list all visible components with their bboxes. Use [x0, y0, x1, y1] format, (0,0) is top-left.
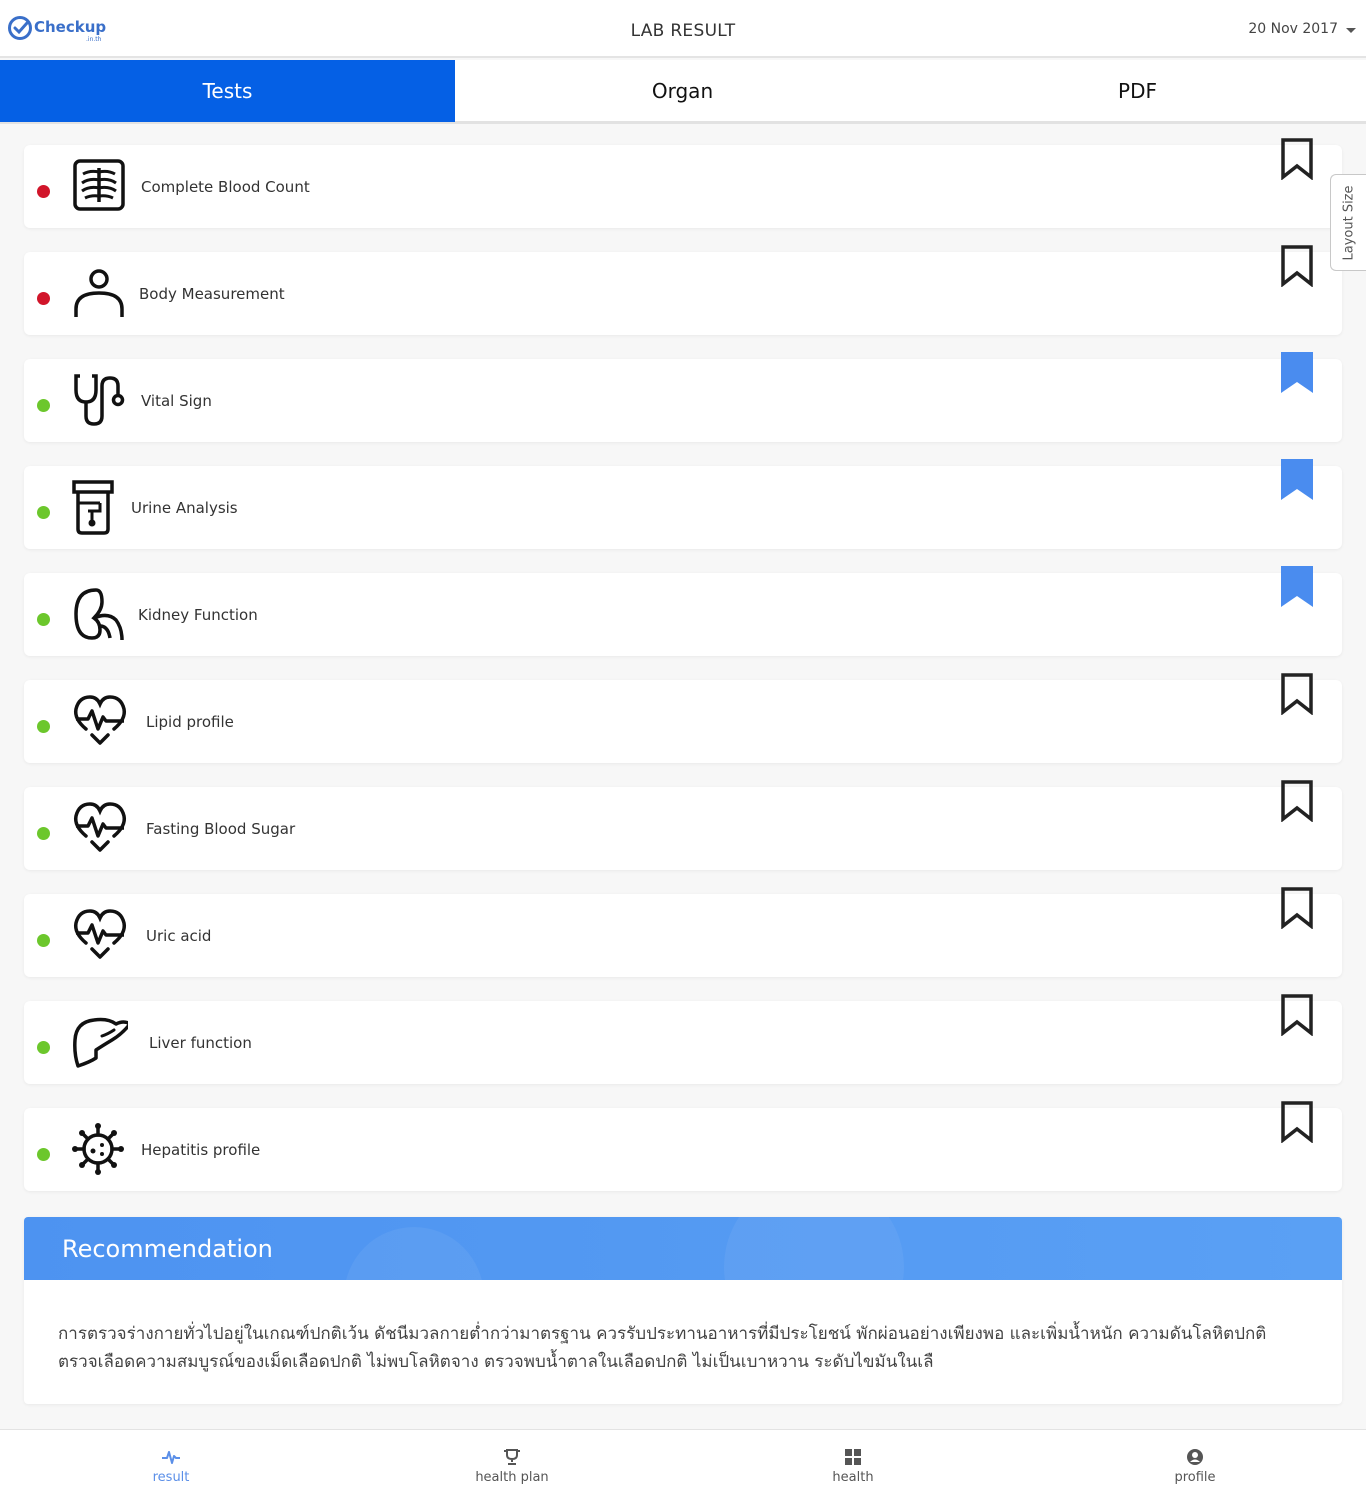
heart-pulse-icon: [73, 695, 127, 745]
status-dot: [37, 506, 50, 519]
bookmark-filled-icon[interactable]: [1280, 459, 1314, 501]
pulse-icon: [162, 1451, 180, 1464]
nav-health-plan[interactable]: health plan: [452, 1444, 572, 1485]
date-select[interactable]: 20 Nov 2017: [1248, 21, 1356, 37]
bookmark-outline-icon[interactable]: [1280, 780, 1314, 822]
bookmark-outline-icon[interactable]: [1280, 245, 1314, 287]
app-header: Checkup .in.th LAB RESULT 20 Nov 2017: [0, 0, 1366, 58]
bookmark-outline-icon[interactable]: [1280, 673, 1314, 715]
nav-label: profile: [1174, 1470, 1216, 1485]
test-card-fasting-blood-sugar[interactable]: Fasting Blood Sugar: [24, 780, 1342, 870]
test-label: Body Measurement: [139, 285, 285, 303]
bookmark-outline-icon[interactable]: [1280, 994, 1314, 1036]
test-label: Kidney Function: [138, 606, 258, 624]
recommendation-header: Recommendation: [24, 1217, 1342, 1280]
heart-pulse-icon: [73, 802, 127, 852]
status-dot: [37, 613, 50, 626]
layout-size-label: Layout Size: [1341, 184, 1356, 261]
status-dot: [37, 827, 50, 840]
tab-pdf[interactable]: PDF: [910, 60, 1365, 122]
status-dot: [37, 934, 50, 947]
layout-size-tab[interactable]: Layout Size: [1330, 174, 1366, 271]
urine-cup-icon: [72, 480, 114, 535]
decorative-circle: [724, 1217, 904, 1280]
test-card-urine-analysis[interactable]: Urine Analysis: [24, 459, 1342, 549]
bookmark-outline-icon[interactable]: [1280, 887, 1314, 929]
nav-health[interactable]: health: [793, 1444, 913, 1485]
tab-organ[interactable]: Organ: [455, 60, 910, 122]
recommendation-text: การตรวจร่างกายทั่วไปอยู่ในเกณฑ์ปกติเว้น …: [58, 1324, 1267, 1372]
status-dot: [37, 1041, 50, 1054]
test-card-body-measurement[interactable]: Body Measurement: [24, 245, 1342, 335]
decorative-circle: [344, 1227, 484, 1280]
test-card-lipid-profile[interactable]: Lipid profile: [24, 673, 1342, 763]
test-card-vital-sign[interactable]: Vital Sign: [24, 352, 1342, 442]
tab-bar: Tests Organ PDF: [0, 60, 1366, 124]
test-card-kidney-function[interactable]: Kidney Function: [24, 566, 1342, 656]
bottom-nav: result health plan health profile: [0, 1429, 1366, 1508]
recommendation-title: Recommendation: [62, 1235, 273, 1263]
recommendation-panel: Recommendation การตรวจร่างกายทั่วไปอยู่ใ…: [24, 1217, 1342, 1404]
test-label: Vital Sign: [141, 392, 212, 410]
test-card-uric-acid[interactable]: Uric acid: [24, 887, 1342, 977]
bookmark-outline-icon[interactable]: [1280, 138, 1314, 180]
test-card-liver-function[interactable]: Liver function: [24, 994, 1342, 1084]
test-label: Hepatitis profile: [141, 1141, 261, 1159]
test-card-hepatitis-profile[interactable]: Hepatitis profile: [24, 1101, 1342, 1191]
bookmark-filled-icon[interactable]: [1280, 352, 1314, 394]
status-dot: [37, 185, 50, 198]
trophy-icon: [504, 1449, 520, 1465]
status-dot: [37, 720, 50, 733]
virus-icon: [72, 1123, 124, 1175]
status-dot: [37, 399, 50, 412]
bookmark-outline-icon[interactable]: [1280, 1101, 1314, 1143]
test-label: Liver function: [149, 1034, 252, 1052]
tab-tests[interactable]: Tests: [0, 60, 455, 122]
page-title: LAB RESULT: [630, 21, 736, 41]
date-select-value: 20 Nov 2017: [1248, 21, 1338, 37]
nav-label: result: [152, 1470, 190, 1485]
user-circle-icon: [1187, 1449, 1203, 1465]
xray-chest-icon: [73, 159, 125, 211]
status-dot: [37, 292, 50, 305]
nav-label: health plan: [475, 1470, 549, 1485]
kidney-icon: [74, 588, 124, 641]
test-card-complete-blood-count[interactable]: Complete Blood Count: [24, 138, 1342, 228]
heart-pulse-icon: [73, 909, 127, 959]
grid-icon: [845, 1449, 861, 1465]
test-label: Complete Blood Count: [141, 178, 310, 196]
stethoscope-icon: [74, 374, 125, 426]
liver-icon: [73, 1017, 128, 1068]
nav-profile[interactable]: profile: [1135, 1444, 1255, 1485]
caret-down-icon: [1346, 27, 1356, 33]
test-label: Urine Analysis: [131, 499, 238, 517]
nav-result[interactable]: result: [111, 1444, 231, 1485]
nav-label: health: [832, 1470, 874, 1485]
test-label: Uric acid: [146, 927, 212, 945]
bookmark-filled-icon[interactable]: [1280, 566, 1314, 608]
test-label: Fasting Blood Sugar: [146, 820, 296, 838]
person-icon: [74, 269, 124, 317]
status-dot: [37, 1148, 50, 1161]
test-label: Lipid profile: [146, 713, 234, 731]
test-list: Complete Blood Count Body Measurement Vi…: [24, 138, 1342, 1215]
